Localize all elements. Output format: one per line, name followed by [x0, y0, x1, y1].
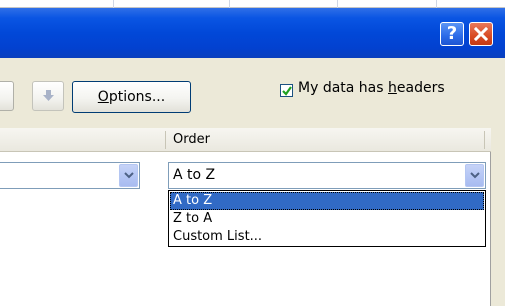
- headers-checkbox[interactable]: [280, 84, 293, 97]
- order-column-header: Order: [173, 132, 210, 147]
- spreadsheet-strip: [0, 0, 505, 8]
- column-gridline: [113, 0, 114, 8]
- column-gridline: [337, 0, 338, 8]
- options-label: ptions...: [108, 89, 166, 105]
- headers-checkbox-label[interactable]: My data has headers: [298, 80, 445, 96]
- help-icon: ?: [446, 23, 458, 44]
- options-label-mnemonic: O: [97, 89, 109, 105]
- column-gridline: [436, 0, 437, 8]
- option-z-to-a[interactable]: Z to A: [170, 210, 484, 228]
- order-dropdown[interactable]: A to Z: [168, 162, 486, 189]
- close-button[interactable]: [469, 22, 493, 46]
- sort-on-dropdown[interactable]: [0, 162, 140, 189]
- arrow-down-icon: [43, 90, 54, 101]
- dropdown-button[interactable]: [119, 164, 138, 187]
- dialog-titlebar: ?: [0, 8, 505, 58]
- option-a-to-z[interactable]: A to Z: [170, 192, 484, 210]
- sort-levels-grid: Order A to Z A to Z Z to A Custom List..…: [0, 128, 491, 306]
- order-options-list: A to Z Z to A Custom List...: [168, 190, 486, 247]
- column-gridline: [229, 0, 230, 8]
- grid-header-row: Order: [0, 128, 491, 152]
- checkmark-icon: [282, 86, 292, 96]
- column-separator: [484, 131, 485, 149]
- column-separator: [165, 131, 166, 149]
- help-button[interactable]: ?: [440, 22, 464, 46]
- move-down-button[interactable]: [32, 81, 64, 111]
- toolbar-button[interactable]: [0, 81, 14, 111]
- close-icon: [473, 26, 489, 42]
- sort-dialog-body: Options... My data has headers Order A t…: [0, 58, 505, 306]
- option-custom-list[interactable]: Custom List...: [170, 228, 484, 246]
- order-selected-value: A to Z: [173, 167, 216, 183]
- chevron-down-icon: [470, 172, 480, 179]
- dropdown-button[interactable]: [465, 164, 484, 187]
- options-button[interactable]: Options...: [72, 81, 191, 113]
- chevron-down-icon: [124, 172, 134, 179]
